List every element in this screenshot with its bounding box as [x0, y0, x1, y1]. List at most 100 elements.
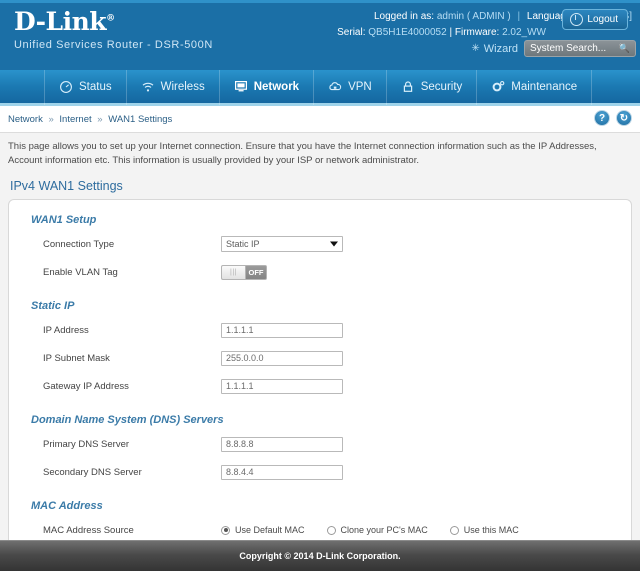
wizard-button[interactable]: ✳ Wizard: [471, 43, 518, 55]
control-primary-dns: 8.8.8.8: [221, 436, 615, 452]
nav-item-security[interactable]: Security: [387, 68, 478, 105]
info-separator: |: [517, 11, 521, 22]
control-secondary-dns: 8.8.4.4: [221, 464, 615, 480]
label-ip-subnet-mask: IP Subnet Mask: [43, 352, 110, 364]
system-search-input[interactable]: System Search... 🔍: [524, 40, 636, 57]
section-heading-dns-servers: Domain Name System (DNS) Servers: [31, 413, 224, 426]
help-icon[interactable]: ?: [594, 110, 610, 126]
section-heading-static-ip: Static IP: [31, 299, 75, 312]
nav-label-security: Security: [420, 80, 463, 93]
monitor-icon: [234, 80, 248, 93]
ip-address-input[interactable]: 1.1.1.1: [221, 322, 343, 338]
nav-label-vpn: VPN: [348, 80, 372, 93]
nav-label-status: Status: [79, 80, 112, 93]
label-connection-type: Connection Type: [43, 238, 115, 250]
label-gateway-ip-address: Gateway IP Address: [43, 380, 129, 392]
nav-item-status[interactable]: Status: [44, 68, 127, 105]
info-separator-2: |: [449, 27, 453, 38]
control-ip-address: 1.1.1.1: [221, 322, 615, 338]
toggle-handle: |||: [222, 265, 246, 279]
breadcrumb-item-internet[interactable]: Internet: [59, 114, 91, 125]
nav-item-vpn[interactable]: VPN: [314, 68, 387, 105]
device-model-subtitle: Unified Services Router - DSR-500N: [14, 39, 213, 51]
radio-indicator: [326, 525, 336, 535]
serial-value: QB5H1E4000052: [368, 27, 447, 38]
section-heading-mac-address: MAC Address: [31, 499, 103, 512]
header-tools: ✳ Wizard System Search... 🔍: [471, 40, 636, 57]
ip-subnet-mask-input[interactable]: 255.0.0.0: [221, 350, 343, 366]
radio-clone-pc-mac[interactable]: Clone your PC's MAC: [326, 525, 428, 536]
cloud-lock-icon: [328, 80, 342, 93]
control-gateway-ip-address: 1.1.1.1: [221, 378, 615, 394]
firmware-label: Firmware:: [454, 27, 500, 38]
logged-in-label: Logged in as:: [373, 11, 435, 22]
gateway-ip-address-input[interactable]: 1.1.1.1: [221, 378, 343, 394]
brand-logo[interactable]: D-Link® Unified Services Router - DSR-50…: [14, 9, 213, 51]
connection-type-select[interactable]: Static IP: [221, 236, 343, 253]
row-enable-vlan-tag: Enable VLAN Tag ||| OFF: [25, 261, 615, 284]
radio-label-use-default-mac: Use Default MAC: [235, 525, 305, 536]
radio-use-this-mac[interactable]: Use this MAC: [449, 525, 519, 535]
label-enable-vlan-tag: Enable VLAN Tag: [43, 266, 118, 278]
refresh-icon[interactable]: ↻: [616, 110, 632, 126]
row-connection-type: Connection Type Static IP: [25, 233, 615, 256]
page-header: D-Link® Unified Services Router - DSR-50…: [0, 0, 640, 70]
breadcrumb-item-wan1-settings[interactable]: WAN1 Settings: [108, 114, 172, 125]
control-mac-address-source: Use Default MAC Clone your PC's MAC Use …: [221, 525, 615, 535]
row-mac-address-source: MAC Address Source Use Default MAC Clone…: [25, 519, 615, 542]
radio-label-clone-pc-mac: Clone your PC's MAC: [340, 525, 428, 536]
copyright-text: Copyright © 2014 D-Link Corporation.: [239, 551, 401, 561]
router-admin-page: D-Link® Unified Services Router - DSR-50…: [0, 0, 640, 571]
nav-label-maintenance: Maintenance: [511, 80, 578, 93]
mac-source-radio-group: Use Default MAC Clone your PC's MAC Use …: [221, 525, 615, 535]
radio-indicator: [221, 525, 230, 535]
wand-icon: ✳: [471, 43, 480, 54]
radio-use-default-mac[interactable]: Use Default MAC: [221, 525, 305, 535]
main-navigation: Status Wireless Network VPN Security Mai…: [0, 68, 640, 106]
label-mac-address-source: MAC Address Source: [43, 524, 134, 536]
chevron-down-icon: [330, 241, 338, 247]
control-enable-vlan-tag: ||| OFF: [221, 264, 615, 280]
logout-label: Logout: [587, 14, 618, 25]
vlan-tag-state: OFF: [246, 265, 266, 279]
wifi-icon: [141, 80, 155, 93]
nav-item-maintenance[interactable]: Maintenance: [477, 68, 593, 105]
breadcrumb-item-network[interactable]: Network: [8, 114, 43, 125]
label-primary-dns: Primary DNS Server: [43, 438, 130, 450]
page-content: This page allows you to set up your Inte…: [0, 133, 640, 571]
nav-item-wireless[interactable]: Wireless: [127, 68, 220, 105]
wan-settings-panel: WAN1 Setup Connection Type Static IP Ena…: [8, 198, 632, 571]
serial-label: Serial:: [337, 27, 366, 38]
control-ip-subnet-mask: 255.0.0.0: [221, 350, 615, 366]
control-connection-type: Static IP: [221, 236, 615, 253]
label-secondary-dns: Secondary DNS Server: [43, 466, 142, 478]
logout-button[interactable]: Logout: [562, 9, 628, 30]
row-ip-address: IP Address 1.1.1.1: [25, 319, 615, 342]
connection-type-value: Static IP: [226, 239, 260, 250]
page-title: IPv4 WAN1 Settings: [10, 178, 123, 193]
page-description: This page allows you to set up your Inte…: [8, 141, 597, 166]
breadcrumb-separator-1: »: [48, 113, 54, 125]
wizard-label: Wizard: [483, 42, 518, 55]
breadcrumb-separator-2: »: [97, 113, 103, 125]
breadcrumb: Network » Internet » WAN1 Settings: [8, 114, 172, 125]
gear-icon: [491, 80, 505, 93]
firmware-value: 2.02_WW: [502, 27, 546, 38]
nav-item-network[interactable]: Network: [220, 68, 315, 105]
primary-dns-input[interactable]: 8.8.8.8: [221, 436, 343, 452]
lock-icon: [401, 80, 415, 93]
secondary-dns-input[interactable]: 8.8.4.4: [221, 464, 343, 480]
gauge-icon: [59, 80, 73, 93]
page-footer: Copyright © 2014 D-Link Corporation.: [0, 540, 640, 571]
search-placeholder: System Search...: [530, 43, 607, 54]
breadcrumb-actions: ? ↻: [594, 110, 632, 126]
breadcrumb-bar: Network » Internet » WAN1 Settings ? ↻: [0, 106, 640, 133]
section-heading-wan1-setup: WAN1 Setup: [31, 213, 97, 226]
logged-in-user: admin ( ADMIN ): [436, 11, 511, 22]
vlan-tag-toggle[interactable]: ||| OFF: [221, 264, 267, 280]
nav-label-wireless: Wireless: [160, 80, 205, 93]
row-secondary-dns: Secondary DNS Server 8.8.4.4: [25, 461, 615, 484]
row-gateway-ip-address: Gateway IP Address 1.1.1.1: [25, 375, 615, 398]
radio-indicator: [449, 525, 459, 535]
label-ip-address: IP Address: [43, 324, 89, 336]
